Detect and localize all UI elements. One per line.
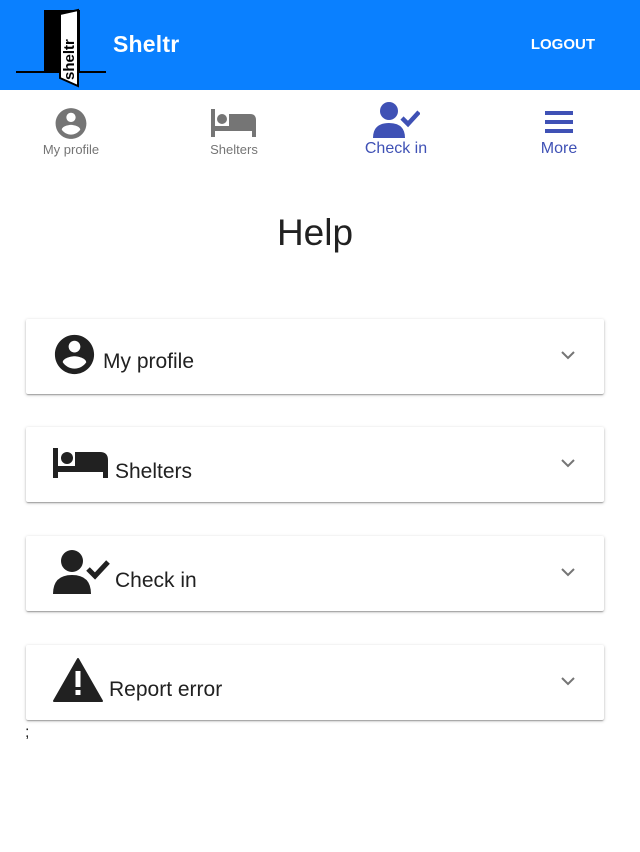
svg-text:sheltr: sheltr — [61, 39, 78, 80]
account-circle-icon — [55, 108, 87, 139]
chevron-down-icon[interactable] — [560, 349, 576, 361]
nav-item-check-in[interactable]: Check in — [316, 90, 476, 170]
help-panel-shelters[interactable]: Shelters — [26, 427, 604, 502]
panel-label-my-profile: My profile — [103, 350, 195, 373]
warning-icon — [53, 658, 103, 702]
chevron-down-icon[interactable] — [560, 457, 576, 469]
app-bar: sheltr Sheltr LOGOUT — [0, 0, 640, 90]
logout-button[interactable]: LOGOUT — [531, 36, 595, 53]
nav-label-check-in: Check in — [364, 140, 428, 157]
panel-label-shelters: Shelters — [115, 460, 193, 483]
stray-text: ; — [25, 724, 30, 741]
panel-label-report-error: Report error — [109, 678, 223, 701]
account-circle-icon — [54, 334, 95, 375]
chevron-down-icon[interactable] — [560, 566, 576, 578]
nav-item-my-profile[interactable]: My profile — [0, 90, 151, 170]
nav-item-shelters[interactable]: Shelters — [154, 90, 314, 170]
nav-item-more[interactable]: More — [479, 90, 639, 170]
chevron-down-icon[interactable] — [560, 675, 576, 687]
help-panel-my-profile[interactable]: My profile — [26, 319, 604, 394]
bed-icon — [53, 448, 108, 478]
nav-label-shelters: Shelters — [210, 142, 258, 157]
bed-icon — [211, 109, 256, 137]
help-panel-check-in[interactable]: Check in — [26, 536, 604, 611]
help-panel-report-error[interactable]: Report error — [26, 645, 604, 720]
menu-icon — [545, 111, 573, 133]
nav-label-more: More — [540, 140, 578, 157]
main-navigation: My profile Shelters Check in More — [0, 90, 640, 170]
page-title: Help — [276, 212, 354, 253]
app-brand-name: Sheltr — [113, 31, 180, 57]
nav-label-my-profile: My profile — [42, 142, 100, 157]
person-check-icon — [53, 550, 110, 594]
person-check-icon — [373, 102, 420, 138]
panel-label-check-in: Check in — [115, 569, 197, 592]
sheltr-logo: sheltr — [16, 8, 106, 88]
